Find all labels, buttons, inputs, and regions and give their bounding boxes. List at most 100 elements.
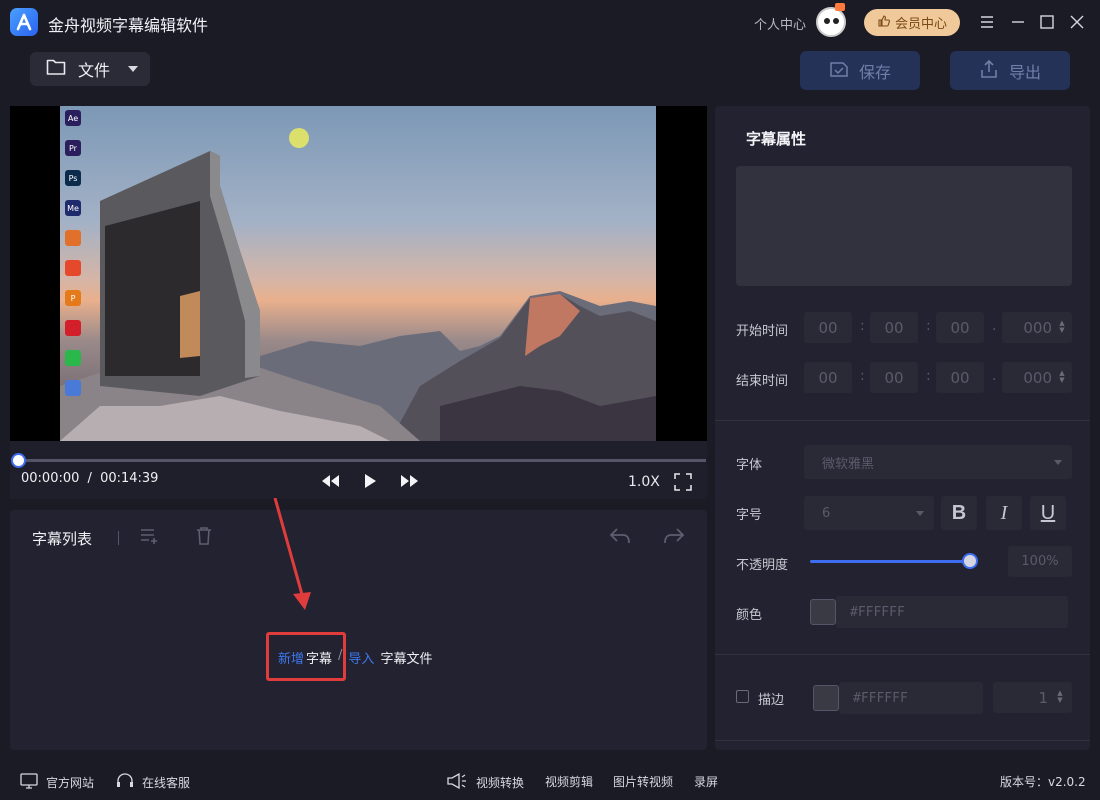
video-convert-label: 视频转换 (476, 776, 525, 790)
undo-icon[interactable] (608, 524, 632, 548)
underline-button[interactable]: U (1030, 496, 1066, 530)
opacity-value[interactable]: 100% (1008, 546, 1072, 577)
personal-center-link[interactable]: 个人中心 (754, 14, 806, 33)
avatar[interactable] (816, 3, 846, 37)
close-icon[interactable] (1067, 12, 1087, 32)
properties-title: 字幕属性 (746, 130, 807, 148)
fullscreen-icon[interactable] (674, 473, 692, 491)
video-edit-link[interactable]: 视频剪辑 (545, 773, 593, 790)
stroke-label: 描边 (758, 693, 785, 708)
file-menu-button[interactable]: 文件 (30, 52, 150, 86)
import-subtitle-file-text: 字幕文件 (380, 652, 433, 667)
divider (715, 420, 1090, 421)
empty-hint: 新增 字幕 / 导入 字幕文件 (278, 648, 432, 667)
app-title: 金舟视频字幕编辑软件 (48, 16, 209, 35)
rewind-icon[interactable] (320, 473, 340, 489)
picture-to-video-link[interactable]: 图片转视频 (613, 773, 673, 790)
export-label: 导出 (1008, 62, 1041, 82)
font-size-value: 6 (822, 505, 831, 521)
desktop-app-icon: Ae (65, 110, 81, 126)
file-menu-label: 文件 (78, 61, 111, 80)
save-label: 保存 (858, 62, 891, 82)
chevron-down-icon (128, 66, 138, 72)
opacity-slider[interactable] (810, 560, 972, 563)
subtitle-properties-panel: 字幕属性 开始时间 00 : 00 : 00 . 000 ▲ ▼ 结束时间 00 … (715, 106, 1090, 750)
stroke-checkbox[interactable] (736, 690, 749, 703)
desktop-app-icon: Pr (65, 140, 81, 156)
desktop-app-icon: P (65, 290, 81, 306)
stroke-color-field[interactable]: #FFFFFF (839, 682, 983, 714)
end-minute-field[interactable]: 00 (870, 362, 918, 393)
cursor-highlight (289, 128, 309, 148)
opacity-slider-handle[interactable] (962, 553, 978, 569)
font-size-label: 字号 (736, 508, 763, 523)
app-logo-icon (10, 8, 38, 36)
play-icon[interactable] (363, 473, 377, 489)
desktop-app-icon (65, 320, 81, 336)
current-time: 00:00:00 (21, 471, 80, 486)
start-second-field[interactable]: 00 (936, 312, 984, 343)
desktop-app-icon (65, 230, 81, 246)
player-controls: 00:00:00 / 00:14:39 1.0X (10, 441, 707, 499)
redo-icon[interactable] (662, 524, 686, 548)
online-support-label: 在线客服 (142, 776, 191, 790)
font-value: 微软雅黑 (822, 456, 875, 472)
start-ms-spinner-icon[interactable]: ▲ ▼ (1058, 320, 1066, 334)
video-frame: Ae Pr Ps Me P (60, 106, 656, 441)
color-value-field[interactable]: #FFFFFF (836, 596, 1068, 628)
playback-speed[interactable]: 1.0X (628, 474, 660, 490)
desktop-app-icon: Ps (65, 170, 81, 186)
end-second-field[interactable]: 00 (936, 362, 984, 393)
stroke-color-swatch[interactable] (813, 685, 839, 711)
bold-button[interactable]: B (941, 496, 977, 530)
font-label: 字体 (736, 458, 763, 473)
headset-icon (116, 773, 134, 792)
stroke-width-spinner-icon[interactable]: ▲ ▼ (1056, 690, 1064, 704)
subtitle-list-title: 字幕列表 (32, 530, 93, 548)
online-support-link[interactable]: 在线客服 (116, 773, 190, 792)
folder-icon (46, 58, 66, 80)
progress-handle[interactable] (11, 453, 26, 468)
italic-button[interactable]: I (986, 496, 1022, 530)
time-display: 00:00:00 / 00:14:39 (21, 471, 158, 486)
save-button[interactable]: 保存 (800, 51, 920, 90)
time-separator: / (87, 471, 92, 486)
progress-bar[interactable] (18, 459, 706, 462)
save-icon (829, 60, 849, 82)
vip-center-label: 会员中心 (894, 17, 947, 32)
start-minute-field[interactable]: 00 (870, 312, 918, 343)
desktop-app-icon (65, 380, 81, 396)
menu-icon[interactable] (977, 12, 997, 32)
font-select[interactable]: 微软雅黑 (804, 445, 1072, 479)
chevron-down-icon (916, 511, 924, 516)
minimize-icon[interactable] (1008, 12, 1028, 32)
add-subtitle-link[interactable]: 新增 (278, 648, 304, 667)
end-time-label: 结束时间 (736, 374, 789, 389)
divider (715, 654, 1090, 655)
color-swatch[interactable] (810, 599, 836, 625)
add-list-icon[interactable] (138, 524, 162, 548)
export-button[interactable]: 导出 (950, 51, 1070, 90)
screen-record-link[interactable]: 录屏 (694, 773, 718, 790)
import-link[interactable]: 导入 (348, 648, 374, 667)
end-ms-spinner-icon[interactable]: ▲ ▼ (1058, 370, 1066, 384)
video-scene (60, 151, 656, 441)
start-hour-field[interactable]: 00 (804, 312, 852, 343)
megaphone-icon (446, 772, 468, 792)
subtitle-text-input[interactable] (736, 166, 1072, 286)
vip-center-button[interactable]: 会员中心 (864, 9, 960, 36)
start-time-label: 开始时间 (736, 324, 789, 339)
opacity-label: 不透明度 (736, 558, 789, 573)
trash-icon[interactable] (192, 524, 216, 548)
upload-icon (979, 59, 999, 83)
official-website-link[interactable]: 官方网站 (20, 773, 94, 792)
video-convert-link[interactable]: 视频转换 (446, 772, 525, 792)
desktop-app-icon (65, 260, 81, 276)
chevron-down-icon (1054, 460, 1062, 465)
end-hour-field[interactable]: 00 (804, 362, 852, 393)
maximize-icon[interactable] (1037, 12, 1057, 32)
font-size-select[interactable]: 6 (804, 496, 934, 530)
desktop-app-icon (65, 350, 81, 366)
video-preview[interactable]: Ae Pr Ps Me P (10, 106, 707, 441)
fast-forward-icon[interactable] (400, 473, 420, 489)
